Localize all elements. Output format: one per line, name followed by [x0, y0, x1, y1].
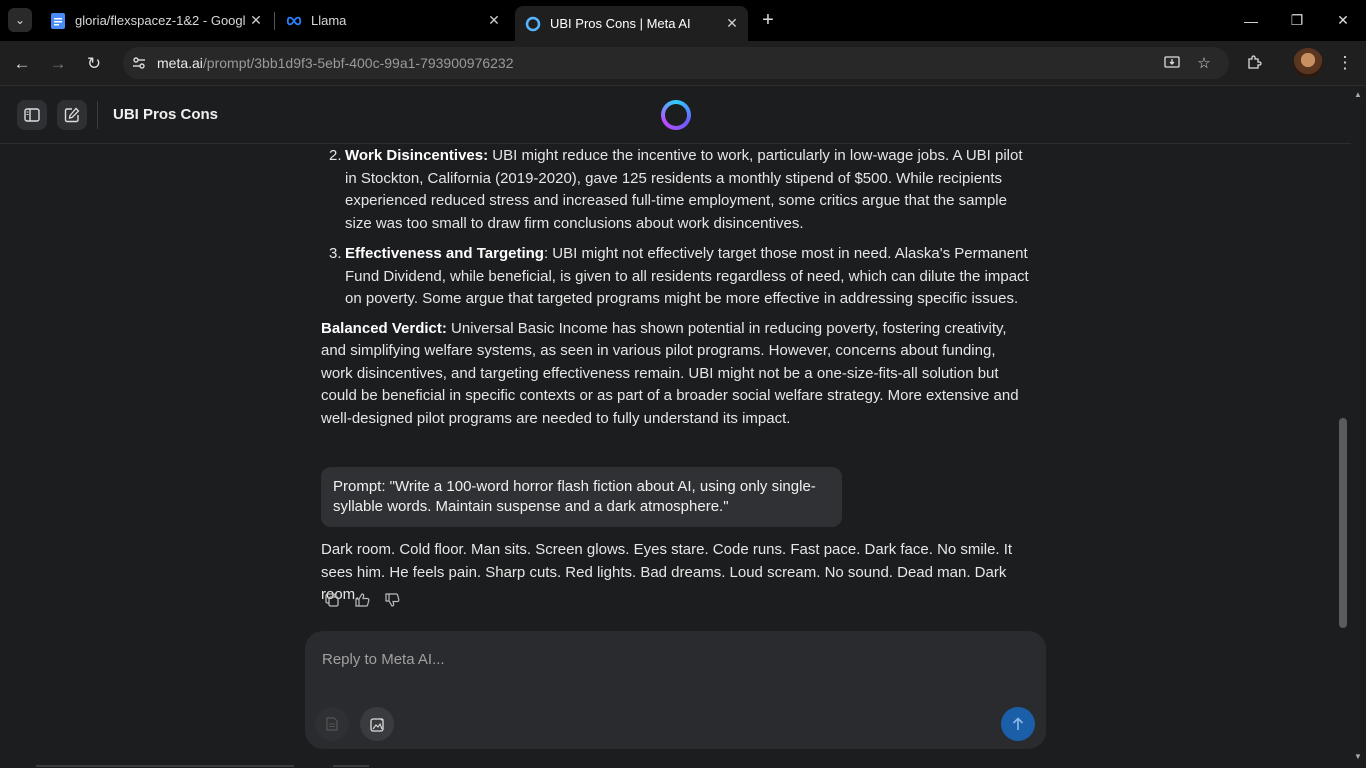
sidebar-toggle-icon[interactable]: [17, 100, 47, 130]
back-arrow-icon[interactable]: ←: [7, 49, 37, 79]
tab-title: gloria/flexspacez-1&2 - Google: [75, 13, 246, 28]
tab-title: UBI Pros Cons | Meta AI: [550, 16, 691, 31]
tab-search-chevron-icon[interactable]: ⌄: [8, 8, 32, 32]
list-number: 2.: [329, 147, 342, 164]
close-icon[interactable]: ✕: [484, 11, 504, 31]
more-vertical-icon[interactable]: ⋮: [1334, 49, 1356, 77]
reply-input[interactable]: Reply to Meta AI...: [322, 651, 445, 668]
url-host: meta.ai: [157, 55, 203, 71]
reply-composer[interactable]: Reply to Meta AI...: [305, 631, 1046, 749]
thumbs-up-icon[interactable]: [351, 589, 373, 611]
close-icon[interactable]: ✕: [722, 14, 742, 34]
horizontal-scrollbar-segment: [333, 765, 369, 767]
meta-infinity-icon: [286, 13, 302, 29]
scroll-down-arrow-icon[interactable]: ▼: [1354, 752, 1362, 761]
assistant-answer: Dark room. Cold floor. Man sits. Screen …: [321, 541, 1013, 603]
google-docs-icon: [50, 12, 66, 29]
verdict-paragraph: Balanced Verdict: Universal Basic Income…: [321, 318, 1031, 431]
message-actions: [321, 589, 403, 611]
list-item-heading: Work Disincentives:: [345, 147, 489, 164]
assistant-message: 2. Work Disincentives: UBI might reduce …: [321, 145, 1031, 430]
list-item: 2. Work Disincentives: UBI might reduce …: [321, 145, 1031, 235]
reload-icon[interactable]: ↻: [79, 49, 109, 79]
list-number: 3.: [329, 245, 342, 262]
list-item-heading: Effectiveness and Targeting: [345, 245, 544, 262]
send-button[interactable]: [1001, 707, 1035, 741]
minimize-icon[interactable]: —: [1228, 0, 1274, 41]
page-scrollbar-track[interactable]: [1351, 87, 1366, 768]
install-app-icon[interactable]: [1158, 49, 1186, 77]
extensions-puzzle-icon[interactable]: [1240, 49, 1268, 77]
tab-separator: [274, 12, 275, 30]
page-title: UBI Pros Cons: [113, 106, 219, 123]
window-close-icon[interactable]: ✕: [1320, 0, 1366, 41]
restore-icon[interactable]: ❐: [1274, 0, 1320, 41]
close-icon[interactable]: ✕: [246, 11, 266, 31]
image-generate-icon[interactable]: [360, 707, 394, 741]
verdict-heading: Balanced Verdict:: [321, 319, 447, 337]
copy-icon[interactable]: [321, 589, 343, 611]
meta-ai-logo-icon: [661, 100, 691, 130]
tab-meta-ai-active[interactable]: UBI Pros Cons | Meta AI ✕: [515, 6, 748, 41]
user-message-bubble: Prompt: "Write a 100-word horror flash f…: [321, 467, 842, 527]
tab-title: Llama: [311, 13, 347, 28]
scroll-up-arrow-icon[interactable]: ▲: [1354, 90, 1362, 99]
bookmark-star-icon[interactable]: ☆: [1190, 49, 1218, 77]
url-text: meta.ai/prompt/3bb1d9f3-5ebf-400c-99a1-7…: [157, 55, 514, 71]
profile-avatar[interactable]: [1293, 48, 1323, 78]
url-path: /prompt/3bb1d9f3-5ebf-400c-99a1-79390097…: [202, 55, 514, 71]
meta-ai-ring-icon: [525, 16, 541, 32]
browser-toolbar: ← → ↻ meta.ai/prompt/3bb1d9f3-5ebf-400c-…: [0, 41, 1366, 86]
address-bar[interactable]: meta.ai/prompt/3bb1d9f3-5ebf-400c-99a1-7…: [123, 47, 1229, 79]
thumbs-down-icon[interactable]: [381, 589, 403, 611]
header-divider: [97, 101, 98, 129]
attach-document-icon[interactable]: [315, 707, 349, 741]
tab-llama[interactable]: Llama ✕: [276, 6, 510, 35]
forward-arrow-icon[interactable]: →: [43, 49, 73, 79]
tab-google-docs[interactable]: gloria/flexspacez-1&2 - Google ✕: [40, 6, 272, 35]
new-chat-edit-icon[interactable]: [57, 100, 87, 130]
horizontal-scrollbar: [36, 765, 294, 767]
list-item: 3. Effectiveness and Targeting: UBI migh…: [321, 243, 1031, 311]
app-header: UBI Pros Cons: [0, 87, 1351, 144]
browser-tab-bar: ⌄ gloria/flexspacez-1&2 - Google ✕ Llama…: [0, 0, 1366, 41]
site-settings-icon[interactable]: [129, 53, 149, 73]
chat-scrollbar-thumb[interactable]: [1339, 418, 1347, 628]
new-tab-button[interactable]: +: [756, 8, 780, 32]
